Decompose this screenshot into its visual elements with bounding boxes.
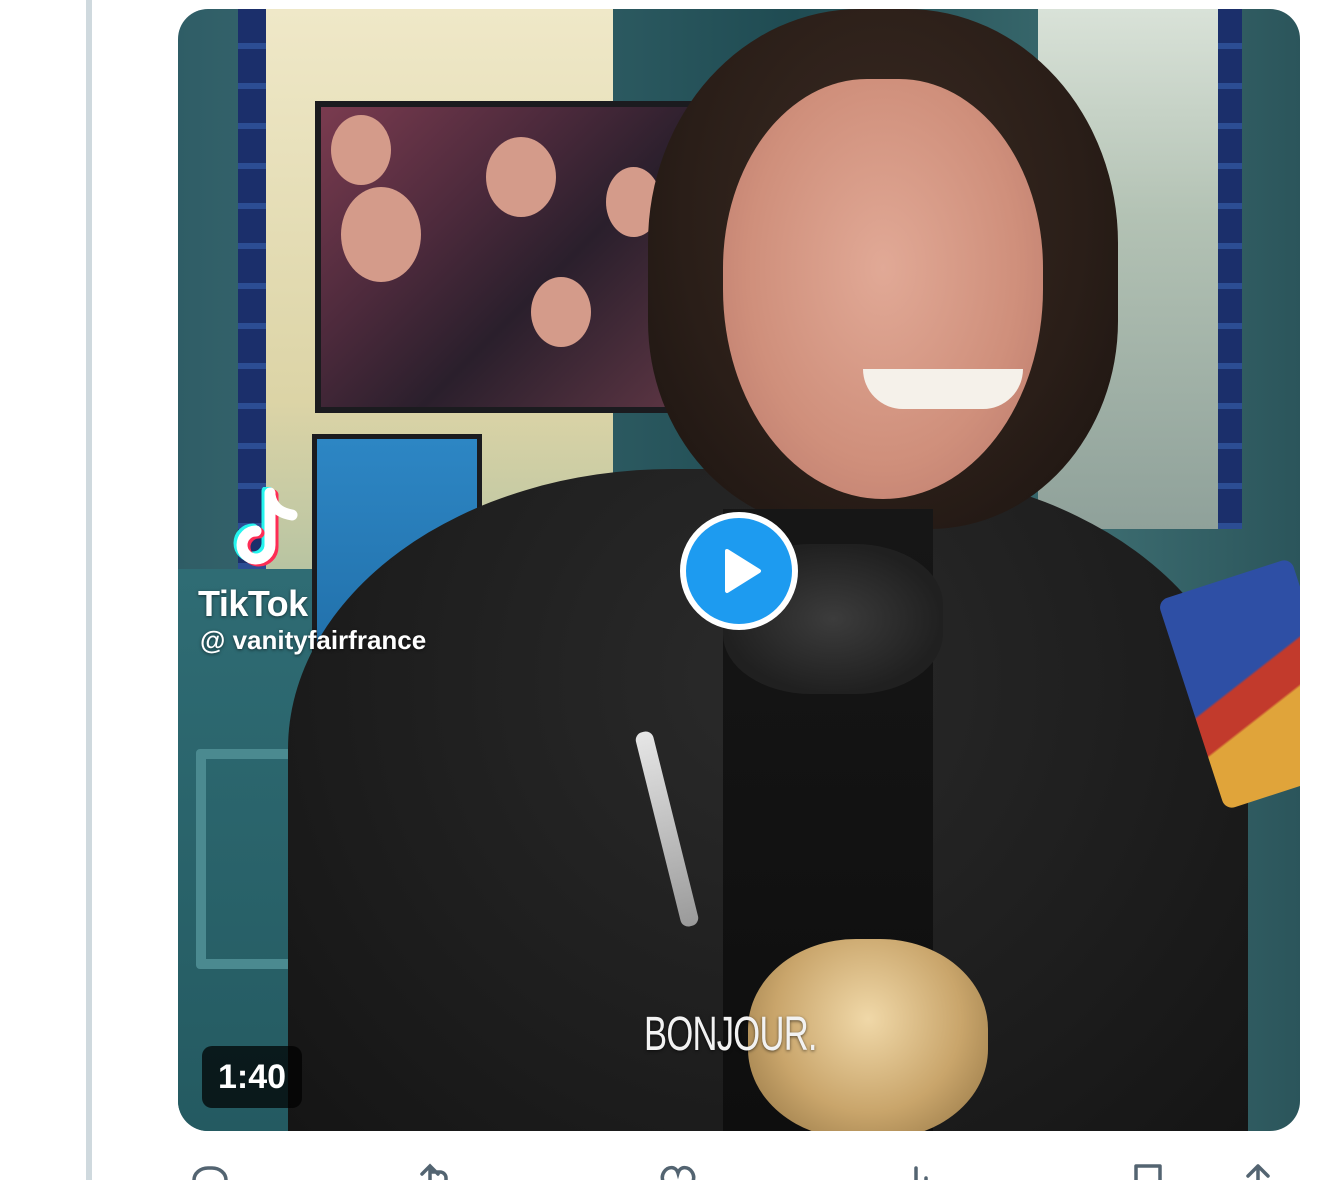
reply-button[interactable] (186, 1160, 230, 1180)
play-icon (725, 549, 761, 593)
tiktok-watermark-brand: TikTok (198, 583, 308, 624)
like-icon (660, 1165, 696, 1180)
views-icon (914, 1166, 928, 1180)
retweet-icon (420, 1163, 448, 1180)
video-duration-badge: 1:40 (202, 1046, 303, 1108)
video-subtitle: BONJOUR. (644, 1008, 818, 1061)
share-icon (1246, 1164, 1270, 1180)
bookmark-icon (1134, 1164, 1162, 1180)
bookmark-button[interactable] (1126, 1160, 1170, 1180)
tiktok-logo-icon (233, 487, 298, 567)
tweet-video-card[interactable]: TikTok @ vanityfairfrance BONJOUR. 1:40 (178, 9, 1300, 1131)
video-frame-tv-screen (315, 101, 695, 413)
like-button[interactable] (656, 1160, 700, 1180)
video-frame-tile-border (238, 9, 266, 569)
share-button[interactable] (1236, 1160, 1280, 1180)
retweet-button[interactable] (416, 1160, 460, 1180)
reply-icon (192, 1166, 228, 1180)
video-frame-person-face (723, 79, 1043, 499)
thread-connector-line (86, 0, 92, 1180)
play-button[interactable] (680, 512, 798, 630)
views-button[interactable] (896, 1160, 940, 1180)
video-duration-text: 1:40 (218, 1057, 287, 1096)
video-frame-person-smile (863, 369, 1023, 409)
tweet-action-bar (178, 1160, 1300, 1180)
tiktok-watermark-handle: @ vanityfairfrance (200, 625, 427, 655)
video-frame-tile-border-right (1218, 9, 1242, 529)
